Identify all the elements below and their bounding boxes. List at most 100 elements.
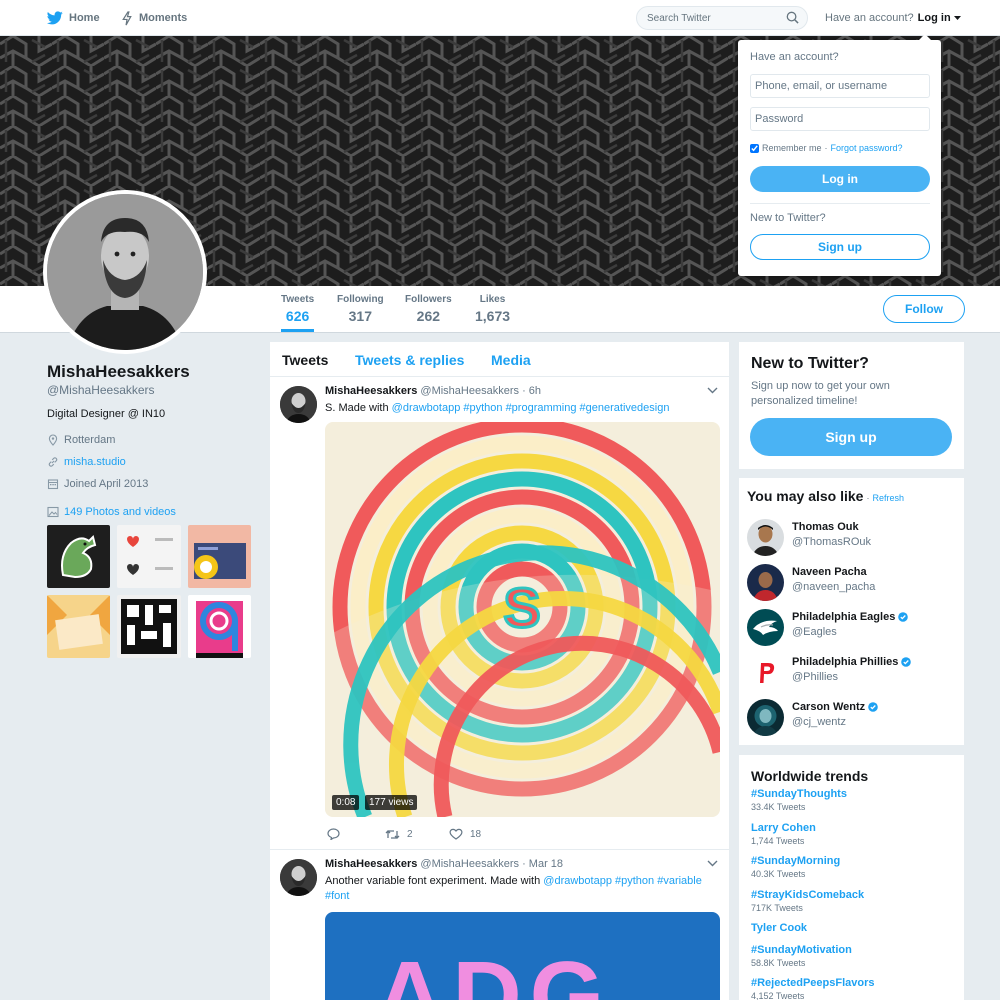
media-thumbnail[interactable] [188, 525, 251, 588]
tweet-video[interactable]: S 0:08 177 views [325, 422, 720, 817]
tweet-author-name[interactable]: MishaHeesakkers [325, 858, 417, 870]
wtf-user-name: Philadelphia Eagles [792, 611, 896, 623]
tweet-timestamp[interactable]: · 6h [522, 385, 541, 397]
tweet-author-avatar[interactable] [280, 859, 317, 896]
profile-avatar-frame [43, 190, 207, 354]
wtf-user[interactable]: Carson Wentz @cj_wentz [747, 699, 878, 736]
tweet-options-chevron-icon[interactable] [707, 860, 718, 867]
verified-badge-icon [898, 612, 909, 622]
username-input[interactable] [750, 74, 930, 98]
trend-item[interactable]: Larry Cohen 1,744 Tweets [751, 822, 816, 846]
nav-moments[interactable]: Moments [121, 0, 187, 36]
login-dropdown-toggle[interactable]: Log in [918, 12, 961, 24]
password-input[interactable] [750, 107, 930, 131]
trend-item[interactable]: #RejectedPeepsFlavors 4,152 Tweets [751, 977, 875, 1000]
trend-item[interactable]: #SundayMorning 40.3K Tweets [751, 855, 840, 879]
wtf-avatar[interactable] [747, 609, 784, 646]
profile-joined: Joined April 2013 [47, 478, 148, 490]
wtf-refresh-link[interactable]: Refresh [872, 493, 904, 503]
media-thumbnail[interactable] [188, 595, 251, 658]
media-thumbnail[interactable] [47, 525, 110, 588]
forgot-password-link[interactable]: Forgot password? [831, 143, 903, 153]
login-button[interactable]: Log in [750, 166, 930, 192]
profile-website-link[interactable]: misha.studio [64, 456, 126, 468]
wtf-avatar[interactable] [747, 654, 784, 691]
nav-home[interactable]: Home [47, 0, 100, 36]
wtf-user-name: Philadelphia Phillies [792, 656, 899, 668]
video-views-badge: 177 views [365, 795, 418, 810]
stat-following-value: 317 [348, 308, 372, 324]
tweet-author-avatar[interactable] [280, 386, 317, 423]
profile-handle[interactable]: @MishaHeesakkers [47, 383, 155, 397]
stat-following-label: Following [337, 294, 384, 305]
trend-count: 1,744 Tweets [751, 836, 805, 846]
wtf-avatar[interactable] [747, 699, 784, 736]
tweet-author-handle[interactable]: @MishaHeesakkers [420, 858, 519, 870]
user-photo [747, 519, 784, 556]
stat-following[interactable]: Following 317 [337, 294, 384, 324]
search-input[interactable] [636, 6, 808, 30]
wtf-user[interactable]: Philadelphia Phillies @Phillies [747, 654, 912, 691]
stat-likes[interactable]: Likes 1,673 [475, 294, 510, 324]
tweet-author-name[interactable]: MishaHeesakkers [325, 385, 417, 397]
tweet[interactable]: MishaHeesakkers @MishaHeesakkers · Mar 1… [270, 850, 729, 1000]
profile-name[interactable]: MishaHeesakkers [47, 362, 190, 382]
have-account-prompt: Have an account? Log in [825, 0, 961, 36]
trend-count: 58.8K Tweets [751, 958, 806, 968]
trend-name: Tyler Cook [751, 922, 808, 934]
wtf-avatar[interactable] [747, 519, 784, 556]
wtf-separator: · [866, 493, 870, 503]
tweet-options-chevron-icon[interactable] [707, 387, 718, 394]
reply-icon [327, 828, 340, 840]
photos-videos-link[interactable]: 149 Photos and videos [64, 506, 176, 518]
signup-button[interactable]: Sign up [750, 418, 952, 456]
trend-item[interactable]: #StrayKidsComeback 717K Tweets [751, 889, 864, 913]
wtf-user[interactable]: Philadelphia Eagles @Eagles [747, 609, 909, 646]
profile-joined-text: Joined April 2013 [64, 478, 149, 490]
stat-followers[interactable]: Followers 262 [405, 294, 452, 324]
remember-me-checkbox[interactable] [750, 143, 759, 153]
lightning-bolt-icon [122, 10, 132, 25]
retweet-icon [385, 829, 400, 839]
tweet-text-body: S. Made with [325, 402, 389, 414]
media-thumbnail[interactable] [117, 595, 181, 658]
stat-tweets[interactable]: Tweets 626 [281, 294, 315, 332]
search-icon[interactable] [786, 11, 799, 24]
like-action[interactable]: 18 [449, 828, 481, 840]
tweet-author-handle[interactable]: @MishaHeesakkers [420, 385, 519, 397]
heart-logos-thumbnail [127, 536, 173, 575]
profile-avatar[interactable] [47, 194, 203, 350]
tweet[interactable]: MishaHeesakkers @MishaHeesakkers · 6h S.… [270, 377, 729, 850]
trend-name: #StrayKidsComeback [751, 889, 865, 901]
tweet-hashtags[interactable]: @drawbotapp #python #programming #genera… [392, 402, 670, 414]
wtf-user-name: Thomas Ouk [792, 521, 859, 533]
trend-item[interactable]: #SundayMotivation 58.8K Tweets [751, 944, 852, 968]
wtf-user[interactable]: Naveen Pacha @naveen_pacha [747, 564, 875, 601]
tab-tweets[interactable]: Tweets [282, 352, 328, 368]
top-navigation-bar: Home Moments Have an account? Log in [0, 0, 1000, 36]
retweet-action[interactable]: 2 [385, 829, 449, 840]
remember-me-label[interactable]: Remember me [762, 143, 822, 153]
wtf-user-name: Carson Wentz [792, 701, 866, 713]
verified-badge-icon [901, 657, 912, 667]
media-thumbnail[interactable] [47, 595, 110, 658]
wtf-avatar[interactable] [747, 564, 784, 601]
who-to-follow-card: You may also like · Refresh Thomas Ouk @T… [739, 478, 964, 745]
trend-item[interactable]: #SundayThoughts 33.4K Tweets [751, 788, 847, 812]
media-thumbnail[interactable] [117, 525, 181, 588]
photos-videos-header: 149 Photos and videos [47, 506, 176, 518]
wtf-user[interactable]: Thomas Ouk @ThomasROuk [747, 519, 871, 556]
user-photo [747, 564, 784, 601]
profile-location: Rotterdam [47, 434, 115, 446]
profile-website: misha.studio [47, 456, 126, 468]
reply-action[interactable] [327, 828, 385, 840]
profile-location-text: Rotterdam [64, 434, 116, 446]
tweet-image[interactable]: ADG [325, 912, 720, 1000]
tab-tweets-replies[interactable]: Tweets & replies [355, 352, 464, 368]
author-photo [280, 859, 317, 896]
trend-item[interactable]: Tyler Cook [751, 922, 807, 936]
tweet-timestamp[interactable]: · Mar 18 [522, 858, 563, 870]
dropdown-signup-button[interactable]: Sign up [750, 234, 930, 260]
tab-media[interactable]: Media [491, 352, 531, 368]
follow-button[interactable]: Follow [883, 295, 965, 323]
